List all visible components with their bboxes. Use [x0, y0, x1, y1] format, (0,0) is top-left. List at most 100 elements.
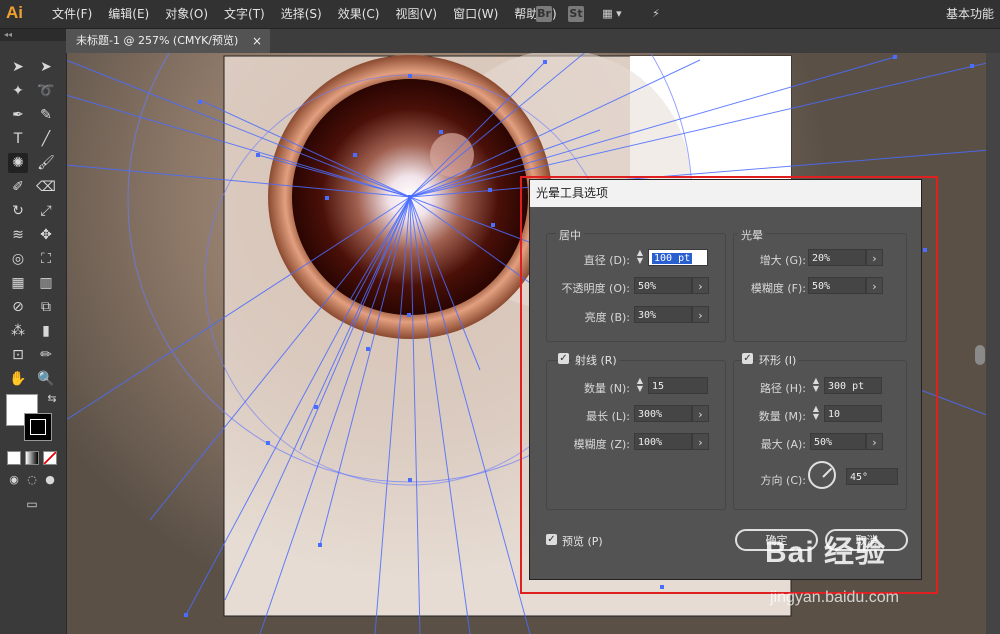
center-group-label: 居中 — [556, 227, 584, 243]
shape-builder-icon[interactable]: ◎ — [8, 249, 28, 269]
rings-number-stepper[interactable]: ▲ ▼ — [810, 405, 822, 422]
color-mode-icon[interactable] — [7, 451, 21, 465]
menu-window[interactable]: 窗口(W) — [445, 0, 506, 28]
document-tab[interactable]: 未标题-1 @ 257% (CMYK/预览) × — [66, 29, 270, 53]
draw-normal-icon[interactable]: ◉ — [4, 470, 24, 490]
paintbrush-icon[interactable]: 🖌 — [36, 153, 56, 173]
gradient-tool-icon[interactable]: ▥ — [36, 273, 56, 293]
rays-checkbox[interactable]: ✓ — [558, 353, 569, 364]
graph-tool-icon[interactable]: ▮ — [36, 321, 56, 341]
lasso-icon[interactable]: ➰ — [36, 81, 56, 101]
stock-icon[interactable]: St — [568, 6, 584, 22]
tools-panel: ◂◂ ➤ ➤ ✦ ➰ ✒ ✎ T ╱ ✺ 🖌 ✐ ⌫ ↻ ⤢ ≋ ✥ ◎ ⛶ ▦… — [0, 29, 67, 634]
anchor-point — [543, 60, 547, 64]
menu-effect[interactable]: 效果(C) — [330, 0, 388, 28]
preview-label: 预览 (P) — [562, 535, 603, 548]
rings-path-stepper[interactable]: ▲ ▼ — [810, 377, 822, 394]
rings-number-label: 数量 (M): — [758, 410, 806, 423]
perspective-grid-icon[interactable]: ▦ — [8, 273, 28, 293]
anchor-point — [366, 347, 370, 351]
rings-path-input[interactable]: 300 pt — [824, 377, 882, 394]
document-tab-bar: 未标题-1 @ 257% (CMYK/预览) × — [66, 29, 1000, 53]
brightness-label: 亮度 (B): — [584, 311, 630, 324]
rays-group-label: 射线 (R) — [572, 352, 620, 368]
eyedropper-icon[interactable]: ⊘ — [8, 297, 28, 317]
magic-wand-icon[interactable]: ✦ — [8, 81, 28, 101]
menu-object[interactable]: 对象(O) — [157, 0, 216, 28]
collapse-icon[interactable]: ◂◂ — [0, 29, 66, 41]
anchor-point — [893, 55, 897, 59]
halo-fuzziness-input[interactable]: 50% — [808, 277, 866, 294]
diameter-stepper[interactable]: ▲ ▼ — [634, 249, 646, 266]
draw-inside-icon[interactable]: ● — [40, 470, 60, 490]
artboard-tool-icon[interactable]: ⊡ — [8, 345, 28, 365]
eraser-icon[interactable]: ⌫ — [36, 177, 56, 197]
selection-tool-icon[interactable]: ➤ — [8, 57, 28, 77]
blend-tool-icon[interactable]: ⧉ — [36, 297, 56, 317]
pen-tool-icon[interactable]: ✒ — [8, 105, 28, 125]
anchor-point — [408, 478, 412, 482]
workspace-switcher[interactable]: 基本功能 — [946, 0, 994, 28]
anchor-point — [408, 74, 412, 78]
rays-number-stepper[interactable]: ▲ ▼ — [634, 377, 646, 394]
anchor-point — [408, 195, 412, 199]
bridge-icon[interactable]: Br — [536, 6, 552, 22]
opacity-slider-arrow-icon[interactable]: › — [692, 277, 709, 294]
line-tool-icon[interactable]: ╱ — [36, 129, 56, 149]
menu-file[interactable]: 文件(F) — [44, 0, 100, 28]
opacity-input[interactable]: 50% — [634, 277, 692, 294]
puppet-warp-icon[interactable]: ✥ — [36, 225, 56, 245]
width-tool-icon[interactable]: ≋ — [8, 225, 28, 245]
anchor-point — [184, 613, 188, 617]
slice-tool-icon[interactable]: ✏ — [36, 345, 56, 365]
brightness-slider-arrow-icon[interactable]: › — [692, 306, 709, 323]
swap-colors-icon[interactable]: ⇆ — [42, 389, 62, 409]
rotate-tool-icon[interactable]: ↻ — [8, 201, 28, 221]
rays-number-input[interactable]: 15 — [648, 377, 708, 394]
live-paint-icon[interactable]: ⛶ — [36, 249, 56, 269]
flare-tool-icon[interactable]: ✺ — [8, 153, 28, 173]
rays-fuzziness-slider-arrow-icon[interactable]: › — [692, 433, 709, 450]
rings-number-input[interactable]: 10 — [824, 405, 882, 422]
diameter-input[interactable]: 100 pt — [648, 249, 708, 266]
anchor-point — [488, 188, 492, 192]
growth-slider-arrow-icon[interactable]: › — [866, 249, 883, 266]
curvature-tool-icon[interactable]: ✎ — [36, 105, 56, 125]
arrange-documents-icon[interactable]: ▦ ▾ — [598, 6, 626, 22]
rays-longest-input[interactable]: 300% — [634, 405, 692, 422]
scale-tool-icon[interactable]: ⤢ — [36, 201, 56, 221]
gradient-mode-icon[interactable] — [25, 451, 39, 465]
anchor-point — [325, 196, 329, 200]
gpu-performance-icon[interactable]: ⚡ — [646, 6, 666, 22]
rings-direction-input[interactable]: 45° — [846, 468, 898, 485]
symbol-sprayer-icon[interactable]: ⁂ — [8, 321, 28, 341]
close-icon[interactable]: × — [252, 29, 262, 53]
screen-mode-icon[interactable]: ▭ — [22, 494, 42, 514]
vertical-scrollbar[interactable] — [975, 345, 985, 365]
dial-needle-icon — [822, 467, 833, 478]
rings-largest-slider-arrow-icon[interactable]: › — [866, 433, 883, 450]
document-tab-title: 未标题-1 @ 257% (CMYK/预览) — [76, 34, 239, 47]
menu-edit[interactable]: 编辑(E) — [100, 0, 157, 28]
none-mode-icon[interactable] — [43, 451, 57, 465]
zoom-tool-icon[interactable]: 🔍 — [36, 369, 56, 389]
direct-selection-tool-icon[interactable]: ➤ — [36, 57, 56, 77]
preview-checkbox[interactable]: ✓ — [546, 534, 557, 545]
rays-fuzziness-input[interactable]: 100% — [634, 433, 692, 450]
menu-select[interactable]: 选择(S) — [273, 0, 330, 28]
stroke-swatch[interactable] — [24, 413, 52, 441]
menu-view[interactable]: 视图(V) — [387, 0, 445, 28]
halo-fuzziness-slider-arrow-icon[interactable]: › — [866, 277, 883, 294]
menu-type[interactable]: 文字(T) — [216, 0, 273, 28]
rays-longest-slider-arrow-icon[interactable]: › — [692, 405, 709, 422]
growth-input[interactable]: 20% — [808, 249, 866, 266]
brightness-input[interactable]: 30% — [634, 306, 692, 323]
hand-tool-icon[interactable]: ✋ — [8, 369, 28, 389]
rings-checkbox[interactable]: ✓ — [742, 353, 753, 364]
anchor-point — [923, 248, 927, 252]
type-tool-icon[interactable]: T — [8, 129, 28, 149]
direction-dial[interactable] — [808, 461, 836, 489]
rings-largest-input[interactable]: 50% — [810, 433, 866, 450]
shaper-tool-icon[interactable]: ✐ — [8, 177, 28, 197]
draw-behind-icon[interactable]: ◌ — [22, 470, 42, 490]
